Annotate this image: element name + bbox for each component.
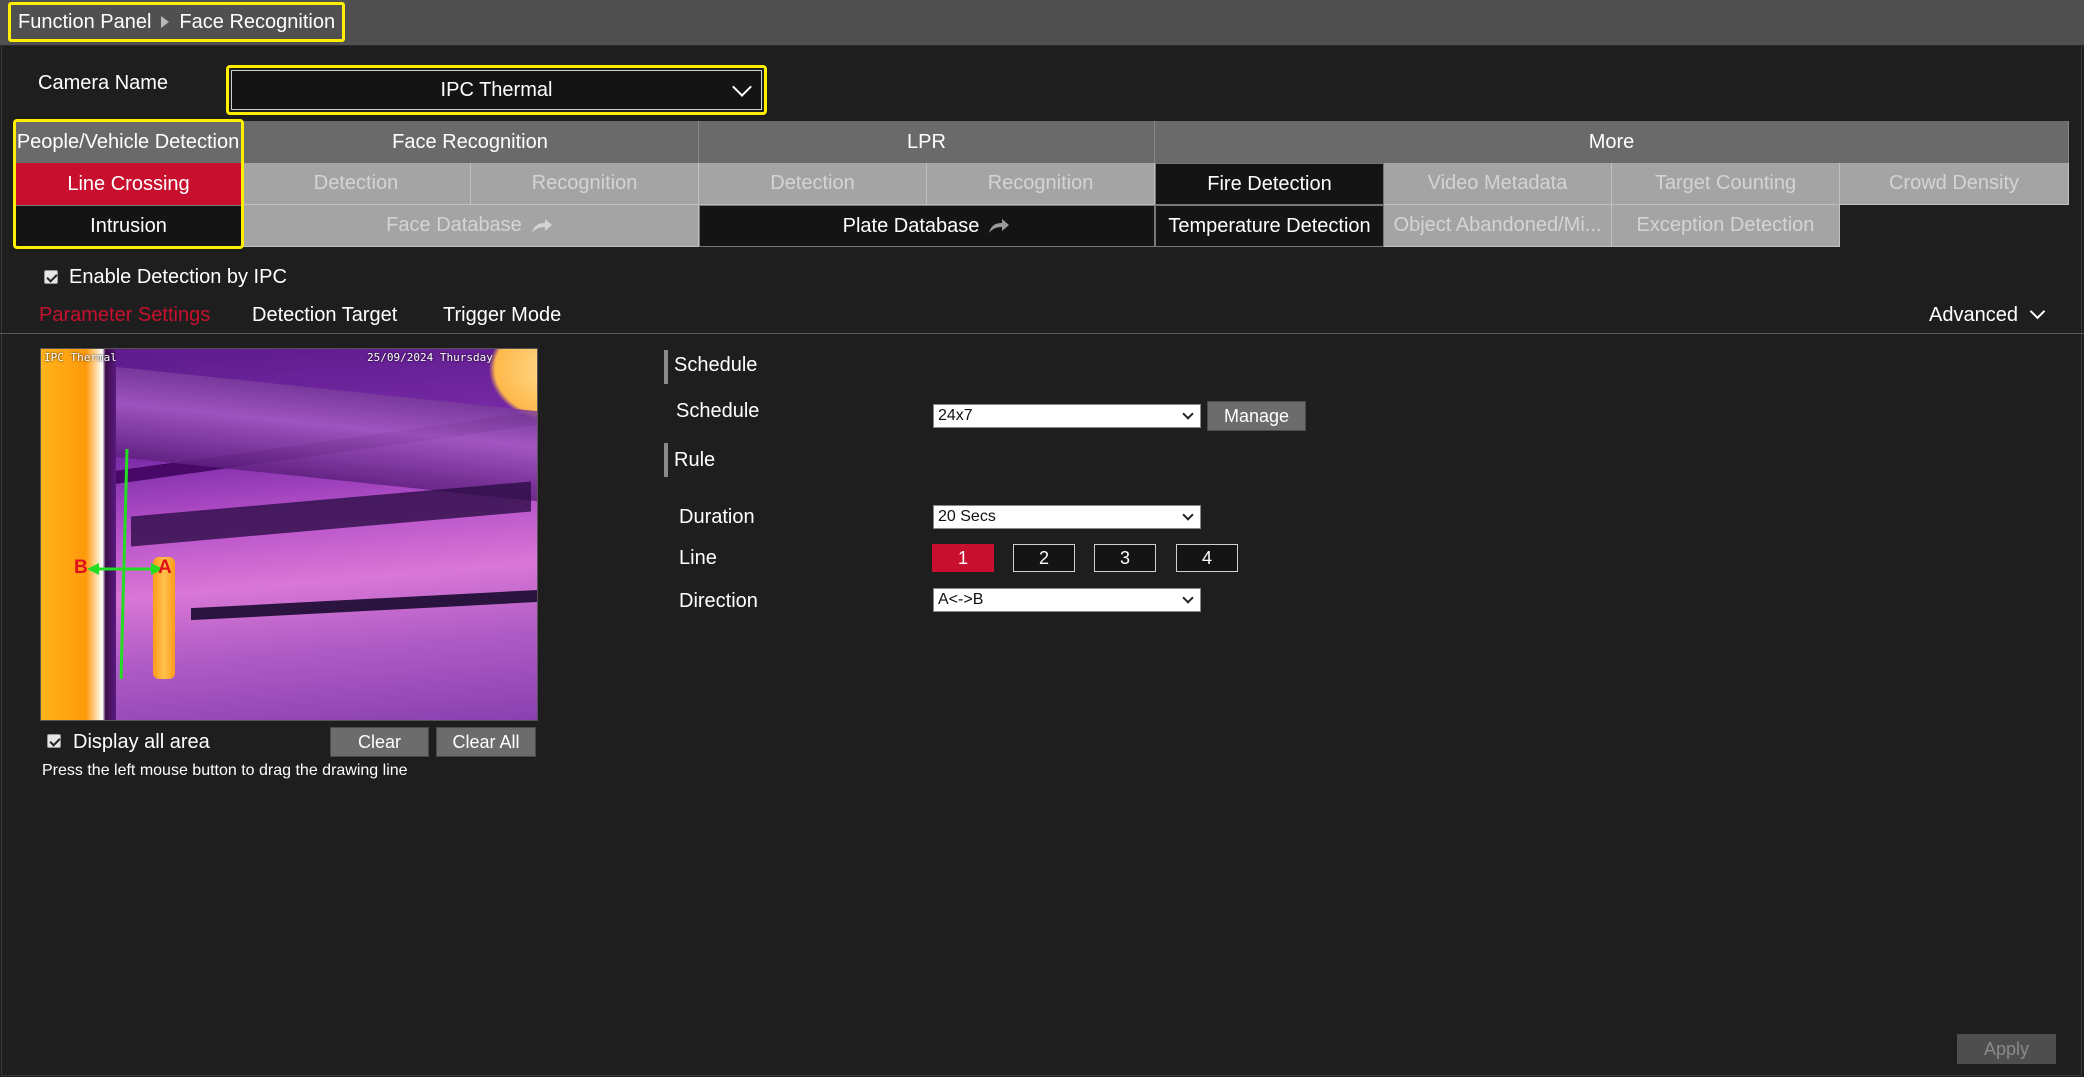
enable-detection-label: Enable Detection by IPC — [69, 266, 287, 288]
direction-select[interactable]: A<->B — [933, 588, 1201, 612]
apply-button[interactable]: Apply — [1957, 1034, 2056, 1064]
section-marker — [664, 443, 668, 477]
subtab-divider — [0, 333, 2084, 334]
schedule-select[interactable]: 24x7 — [933, 404, 1201, 428]
duration-value: 20 Secs — [938, 508, 996, 525]
plate-database-label: Plate Database — [842, 214, 980, 237]
line-1-button[interactable]: 1 — [932, 544, 994, 572]
tab-header-lpr[interactable]: LPR — [699, 121, 1155, 163]
camera-name-label: Camera Name — [38, 72, 169, 94]
face-database-label: Face Database — [386, 214, 522, 236]
tab-intrusion[interactable]: Intrusion — [15, 205, 242, 247]
breadcrumb-current: Face Recognition — [179, 10, 336, 33]
tab-header-face-recognition[interactable]: Face Recognition — [242, 121, 699, 163]
share-arrow-icon — [989, 219, 1010, 233]
drawing-hint: Press the left mouse button to drag the … — [42, 762, 408, 779]
chevron-down-icon — [1182, 509, 1194, 521]
tab-face-database[interactable]: Face Database — [242, 205, 699, 247]
enable-detection-checkbox[interactable] — [44, 270, 58, 284]
camera-select[interactable]: IPC Thermal — [231, 70, 762, 110]
display-all-area-checkbox[interactable] — [47, 734, 61, 748]
tab-video-metadata[interactable]: Video Metadata — [1384, 163, 1612, 205]
tab-plate-database[interactable]: Plate Database — [699, 205, 1155, 247]
line-label-b: B — [74, 557, 88, 578]
direction-label: Direction — [679, 590, 758, 612]
tab-temperature-detection[interactable]: Temperature Detection — [1155, 205, 1384, 247]
line-3-button[interactable]: 3 — [1094, 544, 1156, 572]
duration-select[interactable]: 20 Secs — [933, 505, 1201, 529]
tab-face-recognition[interactable]: Recognition — [471, 163, 699, 205]
chevron-right-icon — [161, 16, 170, 28]
tab-lpr-recognition[interactable]: Recognition — [927, 163, 1155, 205]
rule-section-title: Rule — [674, 449, 716, 471]
chevron-down-icon — [2029, 303, 2045, 320]
tab-fire-detection[interactable]: Fire Detection — [1155, 163, 1384, 205]
advanced-label: Advanced — [1929, 304, 2018, 326]
line-label-a: A — [158, 557, 172, 578]
direction-value: A<->B — [938, 591, 984, 608]
tab-header-people-vehicle[interactable]: People/Vehicle Detection — [15, 121, 242, 163]
tab-face-detection[interactable]: Detection — [242, 163, 471, 205]
tab-exception-detection[interactable]: Exception Detection — [1612, 205, 1840, 247]
schedule-label: Schedule — [676, 400, 760, 422]
breadcrumb-root[interactable]: Function Panel — [18, 11, 151, 34]
subtab-detection-target[interactable]: Detection Target — [252, 304, 397, 327]
tab-line-crossing[interactable]: Line Crossing — [15, 163, 242, 205]
section-marker — [664, 350, 668, 384]
tab-crowd-density[interactable]: Crowd Density — [1840, 163, 2069, 205]
schedule-value: 24x7 — [938, 407, 973, 424]
clear-button[interactable]: Clear — [330, 727, 429, 757]
line-label: Line — [679, 547, 717, 569]
subtab-parameter-settings[interactable]: Parameter Settings — [39, 304, 210, 327]
tab-lpr-detection[interactable]: Detection — [699, 163, 927, 205]
line-4-button[interactable]: 4 — [1176, 544, 1238, 572]
top-bar: Function Panel Face Recognition — [0, 0, 2084, 46]
manage-button[interactable]: Manage — [1207, 401, 1306, 431]
breadcrumb: Function Panel Face Recognition — [8, 2, 346, 42]
detection-line-overlay[interactable] — [41, 349, 538, 721]
chevron-down-icon — [1182, 408, 1194, 420]
display-all-area-label: Display all area — [73, 731, 210, 753]
share-arrow-icon — [531, 218, 552, 233]
chevron-down-icon — [732, 77, 752, 97]
tab-object-abandoned[interactable]: Object Abandoned/Mi... — [1384, 205, 1612, 247]
duration-label: Duration — [679, 506, 755, 528]
advanced-toggle[interactable]: Advanced — [1929, 303, 2045, 327]
clear-all-button[interactable]: Clear All — [436, 727, 536, 757]
subtab-trigger-mode[interactable]: Trigger Mode — [443, 304, 561, 327]
tab-target-counting[interactable]: Target Counting — [1612, 163, 1840, 205]
chevron-down-icon — [1182, 592, 1194, 604]
camera-preview[interactable]: IPC Thermal 25/09/2024 Thursday B A — [40, 348, 538, 721]
tab-header-more[interactable]: More — [1155, 121, 2069, 163]
schedule-section-title: Schedule — [674, 354, 758, 376]
line-2-button[interactable]: 2 — [1013, 544, 1075, 572]
camera-select-value: IPC Thermal — [440, 78, 553, 101]
